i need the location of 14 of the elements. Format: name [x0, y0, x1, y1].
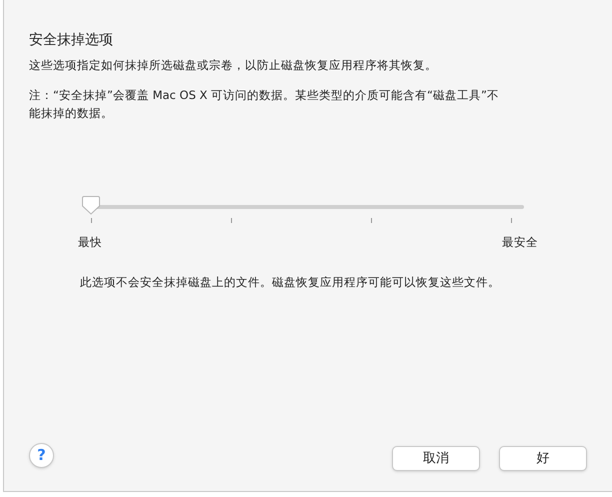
- help-button[interactable]: ?: [29, 443, 54, 468]
- dialog-button[interactable]: 好: [499, 446, 587, 471]
- slider-thumb[interactable]: [81, 195, 101, 217]
- tick-mark: [511, 218, 512, 223]
- slider-min-label: 最快: [78, 234, 102, 251]
- note-text: 注：“安全抹掉”会覆盖 Mac OS X 可访问的数据。某些类型的介质可能含有“磁盘工具”不能抹掉的数据。: [29, 87, 499, 122]
- option-description: 此选项不会安全抹掉磁盘上的文件。磁盘恢复应用程序可能可以恢复这些文件。: [80, 274, 501, 292]
- dialog-button[interactable]: 取消: [392, 446, 480, 471]
- dialog-title: 安全抹掉选项: [29, 31, 114, 50]
- description: 这些选项指定如何抹掉所选磁盘或宗卷，以防止磁盘恢复应用程序将其恢复。: [29, 57, 438, 74]
- tick-mark: [91, 218, 92, 223]
- tick-mark: [231, 218, 232, 223]
- tick-mark: [371, 218, 372, 223]
- slider-max-label: 最安全: [502, 234, 538, 251]
